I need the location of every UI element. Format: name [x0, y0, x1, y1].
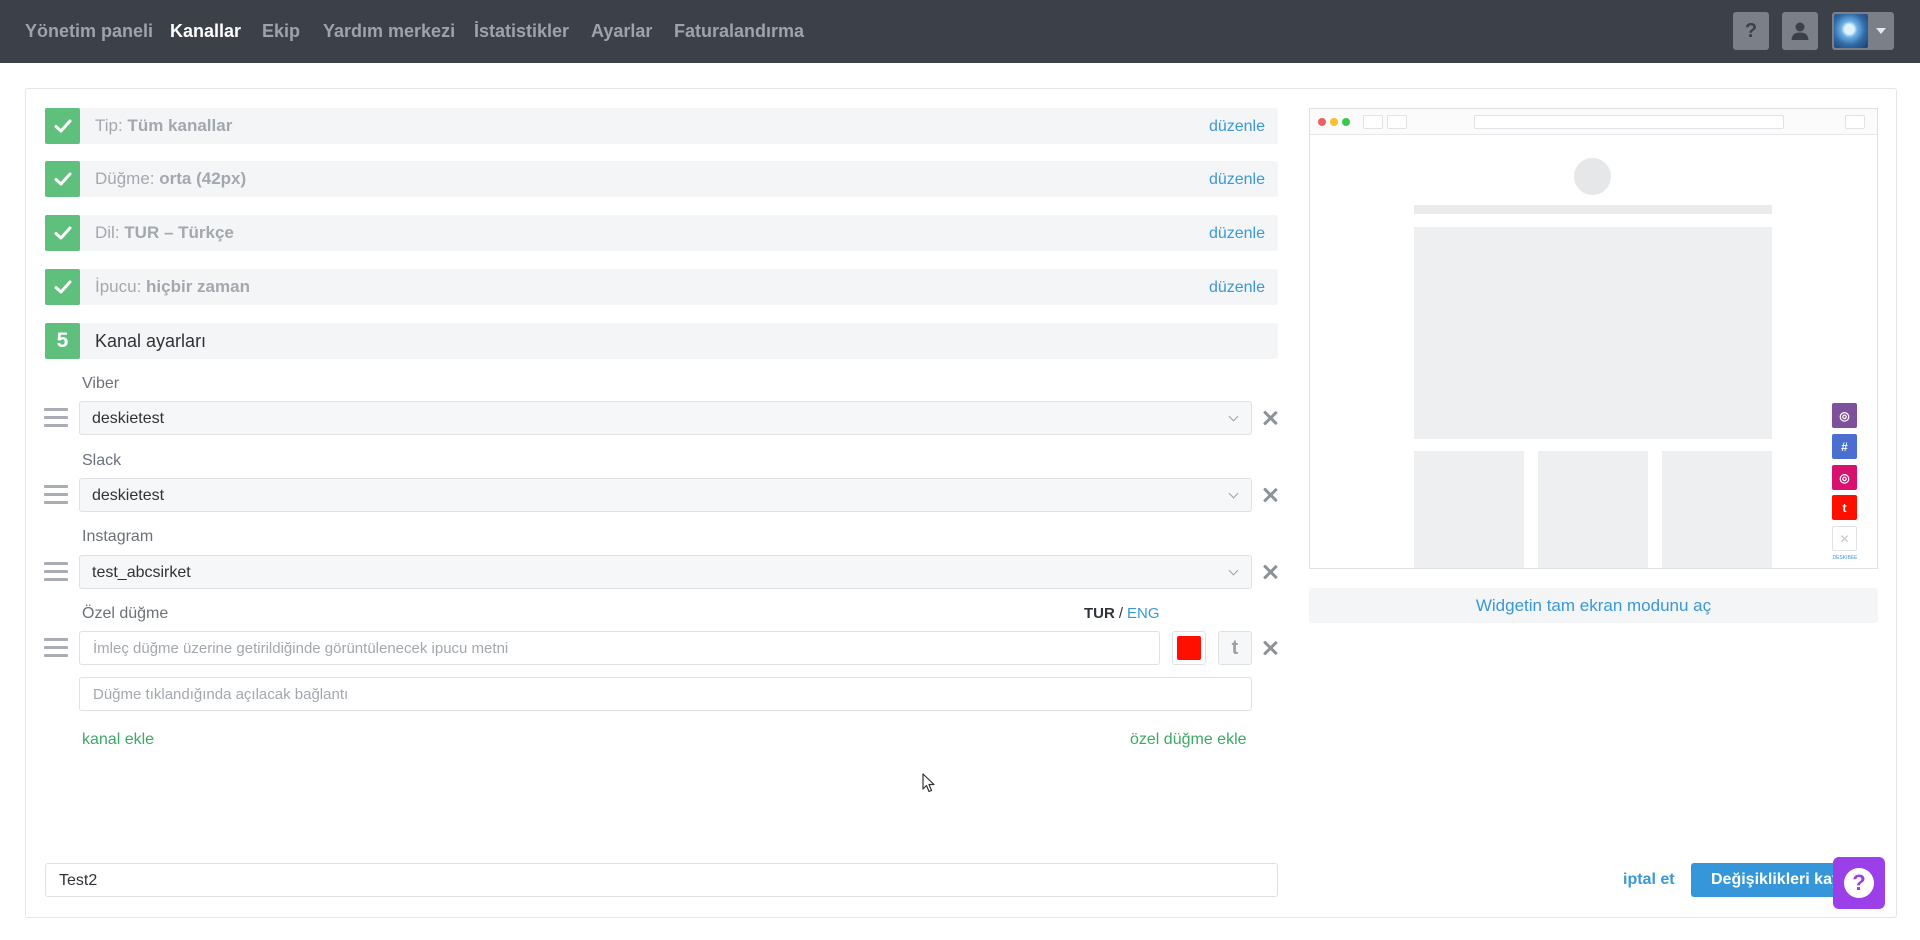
close-icon: ✕ — [1832, 526, 1857, 551]
drag-handle-icon[interactable] — [44, 638, 68, 658]
question-icon: ? — [1744, 19, 1758, 42]
step-complete-badge — [45, 269, 80, 305]
nav-item-channels[interactable]: Kanallar — [170, 21, 241, 42]
edit-link[interactable]: düzenle — [1209, 225, 1265, 243]
color-swatch — [1177, 636, 1201, 660]
channel-label-instagram: Instagram — [82, 528, 154, 545]
channel-label-slack: Slack — [82, 452, 122, 469]
step-complete-badge — [45, 108, 80, 144]
tooltip-text-input[interactable]: İmleç düğme üzerine getirildiğinde görün… — [79, 631, 1160, 665]
remove-channel-icon[interactable] — [1262, 564, 1278, 580]
question-icon: ? — [1844, 868, 1874, 898]
browser-tab — [1387, 115, 1407, 129]
step-summary: İpucu: hiçbir zaman — [95, 277, 250, 296]
dot-icon — [1342, 118, 1350, 126]
edit-link[interactable]: düzenle — [1209, 118, 1265, 136]
step-complete-badge — [45, 161, 80, 197]
channel-label-viber: Viber — [82, 375, 120, 392]
open-fullscreen-button[interactable]: Widgetin tam ekran modunu aç — [1309, 588, 1878, 623]
profile-button[interactable] — [1782, 12, 1818, 50]
instagram-icon: ◎ — [1832, 465, 1857, 490]
edit-link[interactable]: düzenle — [1209, 171, 1265, 189]
lang-eng[interactable]: ENG — [1127, 605, 1160, 622]
step-number-badge: 5 — [45, 323, 80, 359]
drag-handle-icon[interactable] — [44, 408, 68, 428]
avatar — [1834, 14, 1868, 48]
step-summary: Düğme: orta (42px) — [95, 169, 247, 188]
check-icon — [54, 119, 71, 133]
step-summary: Dil: TUR – Türkçe — [95, 223, 234, 242]
check-icon — [54, 172, 71, 186]
chevron-down-icon — [1228, 411, 1239, 422]
check-icon — [54, 280, 71, 294]
step-summary: Tip: Tüm kanallar — [95, 116, 233, 135]
browser-tab — [1845, 115, 1865, 129]
lang-tur[interactable]: TUR — [1084, 605, 1115, 622]
tumblr-icon: t — [1832, 495, 1857, 520]
nav-item-team[interactable]: Ekip — [262, 21, 300, 42]
widget-preview: ◎ # ◎ t ✕ DESKIBEE — [1309, 108, 1878, 569]
remove-channel-icon[interactable] — [1262, 410, 1278, 426]
edit-link[interactable]: düzenle — [1209, 279, 1265, 297]
viber-icon: ◎ — [1832, 403, 1857, 428]
dot-icon — [1330, 118, 1338, 126]
brand-logo: DESKIBEE — [1832, 555, 1858, 561]
viber-account-select[interactable]: deskietest — [79, 401, 1252, 435]
help-chat-button[interactable]: ? — [1833, 857, 1885, 909]
check-icon — [54, 226, 71, 240]
drag-handle-icon[interactable] — [44, 485, 68, 505]
mouse-cursor-icon — [922, 773, 935, 793]
dot-icon — [1318, 118, 1326, 126]
drag-handle-icon[interactable] — [44, 562, 68, 582]
step-tooltip: İpucu: hiçbir zaman düzenle — [45, 269, 1278, 305]
step-complete-badge — [45, 215, 80, 251]
remove-channel-icon[interactable] — [1262, 487, 1278, 503]
step-type: Tip: Tüm kanallar düzenle — [45, 108, 1278, 144]
remove-custom-button-icon[interactable] — [1262, 640, 1278, 656]
browser-url-bar — [1474, 115, 1784, 129]
icon-picker[interactable]: t — [1218, 631, 1252, 665]
instagram-account-select[interactable]: test_abcsirket — [79, 555, 1252, 589]
add-channel-link[interactable]: kanal ekle — [82, 731, 154, 749]
step-channel-settings: 5 Kanal ayarları — [45, 323, 1278, 359]
slack-icon: # — [1832, 434, 1857, 459]
account-menu-button[interactable] — [1832, 12, 1894, 50]
link-url-input[interactable]: Düğme tıklandığında açılacak bağlantı — [79, 677, 1252, 711]
nav-item-statistics[interactable]: İstatistikler — [474, 21, 569, 42]
top-navigation: Yönetim paneli Kanallar Ekip Yardım merk… — [0, 0, 1920, 63]
placeholder-block — [1414, 451, 1524, 568]
step-language: Dil: TUR – Türkçe düzenle — [45, 215, 1278, 251]
user-icon — [1791, 22, 1809, 40]
color-picker[interactable] — [1172, 631, 1206, 665]
help-button[interactable]: ? — [1733, 12, 1769, 50]
chevron-down-icon — [1228, 565, 1239, 576]
language-switch: TUR / ENG — [1084, 605, 1160, 622]
placeholder-block — [1414, 227, 1772, 439]
step-title: Kanal ayarları — [95, 331, 207, 351]
placeholder-block — [1662, 451, 1772, 568]
nav-item-help-center[interactable]: Yardım merkezi — [323, 21, 455, 42]
nav-item-settings[interactable]: Ayarlar — [591, 21, 652, 42]
add-custom-button-link[interactable]: özel düğme ekle — [1130, 731, 1247, 749]
placeholder-line — [1414, 205, 1772, 214]
tumblr-icon: t — [1231, 636, 1239, 659]
browser-bar — [1310, 109, 1877, 135]
widget-name-input[interactable]: Test2 — [45, 863, 1278, 897]
step-button-size: Düğme: orta (42px) düzenle — [45, 161, 1278, 197]
chevron-down-icon — [1228, 488, 1239, 499]
nav-item-billing[interactable]: Faturalandırma — [674, 21, 804, 42]
caret-down-icon — [1876, 28, 1886, 34]
slack-account-select[interactable]: deskietest — [79, 478, 1252, 512]
browser-tab — [1363, 115, 1383, 129]
custom-button-label: Özel düğme — [82, 605, 169, 622]
placeholder-avatar — [1574, 158, 1611, 195]
nav-item-dashboard[interactable]: Yönetim paneli — [25, 21, 153, 42]
placeholder-block — [1538, 451, 1648, 568]
cancel-link[interactable]: iptal et — [1623, 871, 1675, 889]
